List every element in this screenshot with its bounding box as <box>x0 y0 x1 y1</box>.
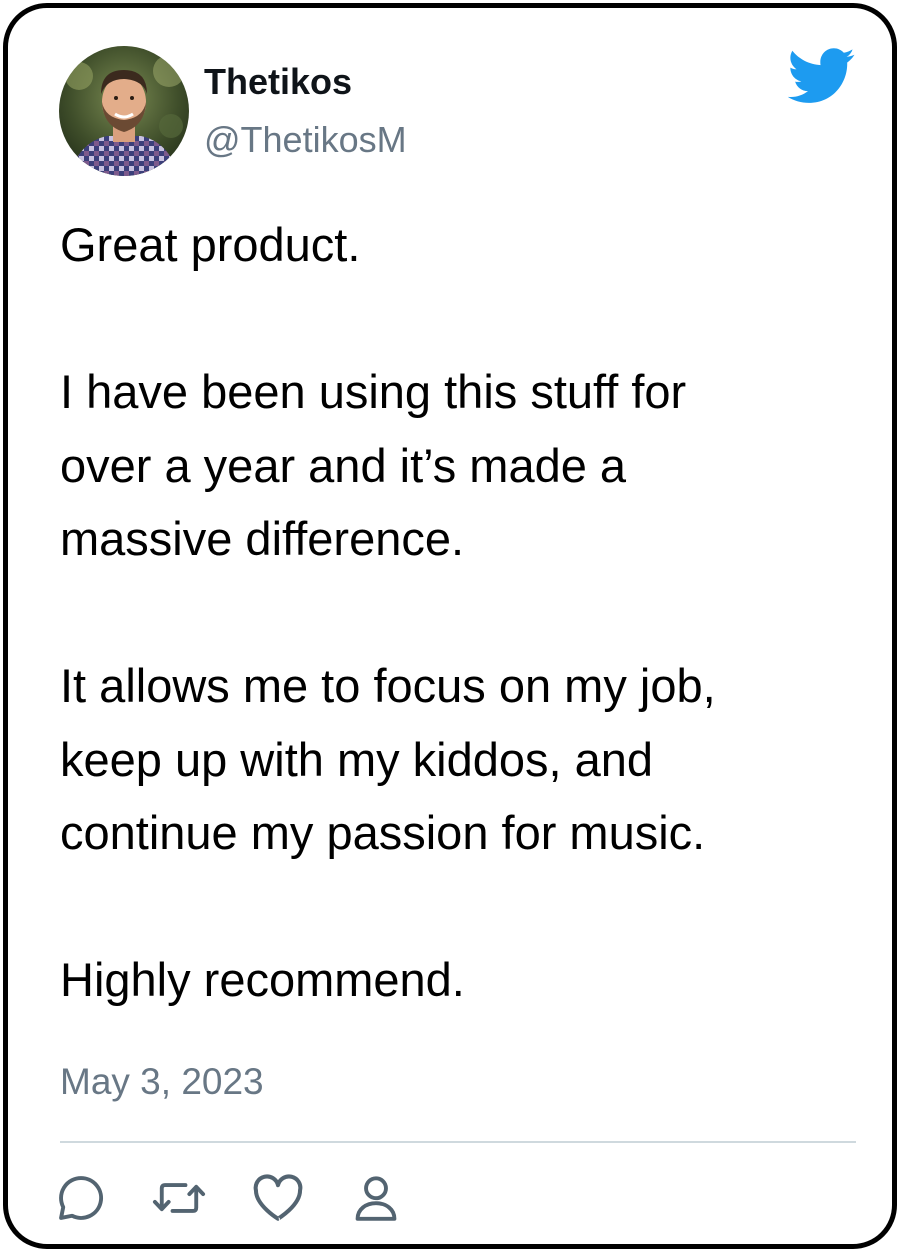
tweet-card: Thetikos @ThetikosM Great product. I hav… <box>3 3 897 1249</box>
tweet-paragraph: Highly recommend. <box>60 953 465 1006</box>
tweet-date[interactable]: May 3, 2023 <box>60 1060 264 1104</box>
tweet-paragraph: I have been using this stuff for over a … <box>60 365 687 565</box>
profile-button[interactable] <box>348 1170 404 1226</box>
profile-icon <box>355 1176 397 1221</box>
like-button[interactable] <box>250 1170 306 1226</box>
divider <box>60 1141 856 1143</box>
retweet-icon <box>152 1183 206 1213</box>
retweet-button[interactable] <box>151 1170 207 1226</box>
author-handle[interactable]: @ThetikosM <box>204 118 407 162</box>
author-display-name[interactable]: Thetikos <box>204 60 352 104</box>
avatar-photo <box>59 46 189 176</box>
twitter-bird-icon[interactable] <box>787 48 856 104</box>
tweet-paragraph: It allows me to focus on my job, keep up… <box>60 659 716 859</box>
tweet-paragraph: Great product. <box>60 218 361 271</box>
avatar[interactable] <box>59 46 189 176</box>
reply-button[interactable] <box>53 1170 109 1226</box>
tweet-body: Great product. I have been using this st… <box>60 208 860 1017</box>
like-icon <box>253 1174 303 1221</box>
reply-icon <box>59 1176 104 1220</box>
